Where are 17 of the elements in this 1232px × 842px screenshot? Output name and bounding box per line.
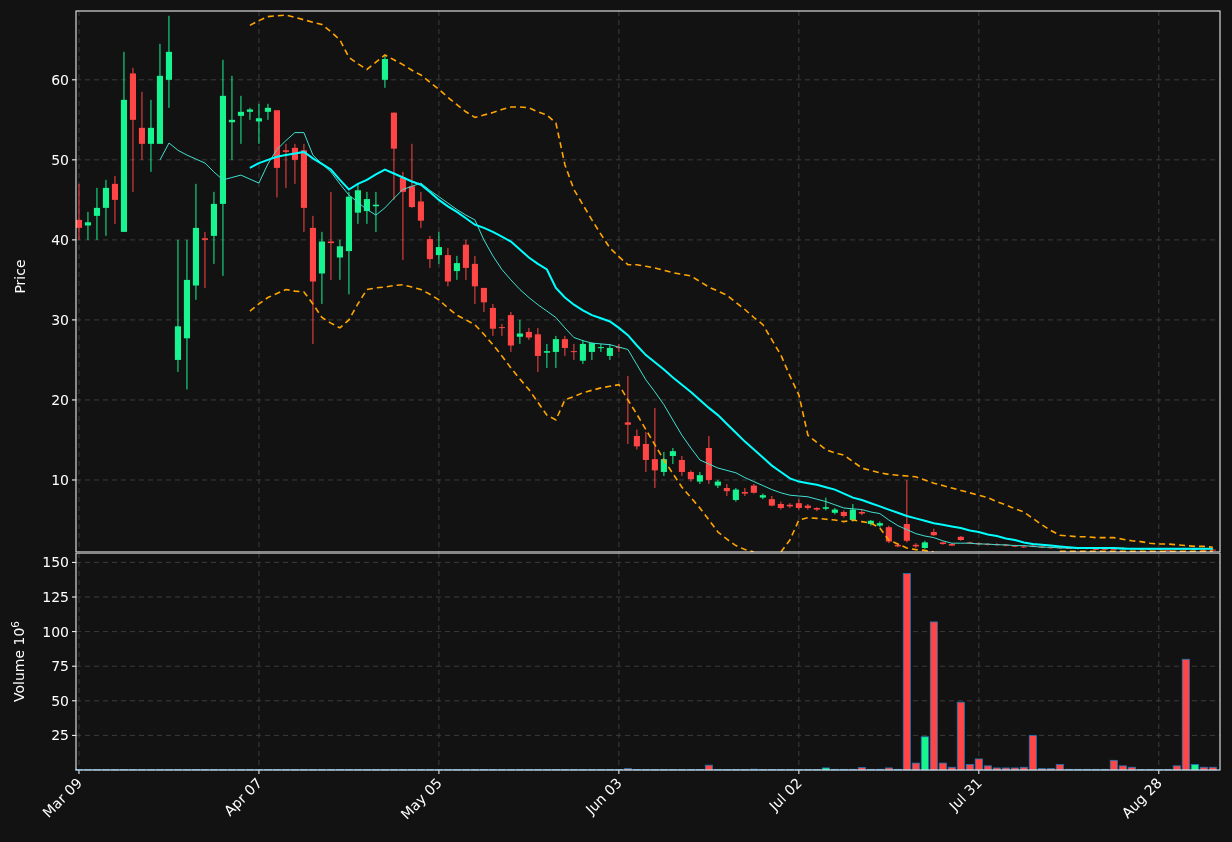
y-tick-label: 60 <box>51 71 69 88</box>
y-tick-label: 40 <box>51 231 69 248</box>
x-tick-label: Jun 03 <box>582 774 625 818</box>
y-tick-label: 125 <box>42 589 69 605</box>
x-tick-label: Jul 02 <box>766 774 805 814</box>
x-tick-label: Apr 07 <box>220 774 266 819</box>
x-tick-label: Jul 31 <box>945 774 985 814</box>
y-tick-label: 30 <box>51 311 69 328</box>
y-tick-label: 150 <box>42 554 69 571</box>
y-tick-label: 20 <box>51 391 69 408</box>
y-tick-label: 50 <box>51 151 69 168</box>
y-tick-label: 25 <box>51 727 69 744</box>
y-axis-title: Price <box>10 259 29 294</box>
y-tick-label: 10 <box>51 471 69 488</box>
y-tick-label: 50 <box>51 692 69 709</box>
y-tick-label: 100 <box>42 623 69 640</box>
y-tick-label: 75 <box>51 658 69 675</box>
